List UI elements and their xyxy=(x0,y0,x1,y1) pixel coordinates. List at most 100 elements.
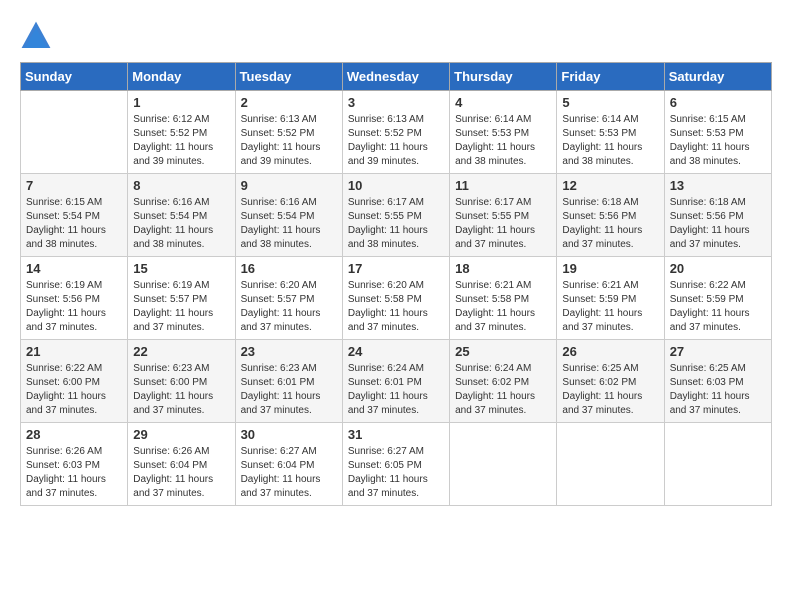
day-cell: 1 Sunrise: 6:12 AM Sunset: 5:52 PM Daylig… xyxy=(128,91,235,174)
day-info: Sunrise: 6:24 AM Sunset: 6:01 PM Dayligh… xyxy=(348,362,444,418)
day-info: Sunrise: 6:15 AM Sunset: 5:53 PM Dayligh… xyxy=(670,113,766,169)
day-number: 28 xyxy=(26,427,122,442)
day-cell xyxy=(557,423,664,506)
day-cell: 28 Sunrise: 6:26 AM Sunset: 6:03 PM Dayli… xyxy=(21,423,128,506)
day-number: 13 xyxy=(670,178,766,193)
day-cell: 23 Sunrise: 6:23 AM Sunset: 6:01 PM Dayli… xyxy=(235,340,342,423)
calendar-table: SundayMondayTuesdayWednesdayThursdayFrid… xyxy=(20,62,772,506)
week-row-2: 7 Sunrise: 6:15 AM Sunset: 5:54 PM Daylig… xyxy=(21,174,772,257)
day-cell: 17 Sunrise: 6:20 AM Sunset: 5:58 PM Dayli… xyxy=(342,257,449,340)
col-header-saturday: Saturday xyxy=(664,63,771,91)
day-number: 27 xyxy=(670,344,766,359)
col-header-thursday: Thursday xyxy=(450,63,557,91)
day-cell: 29 Sunrise: 6:26 AM Sunset: 6:04 PM Dayli… xyxy=(128,423,235,506)
day-number: 23 xyxy=(241,344,337,359)
day-number: 15 xyxy=(133,261,229,276)
col-header-tuesday: Tuesday xyxy=(235,63,342,91)
day-number: 5 xyxy=(562,95,658,110)
week-row-5: 28 Sunrise: 6:26 AM Sunset: 6:03 PM Dayli… xyxy=(21,423,772,506)
day-info: Sunrise: 6:22 AM Sunset: 5:59 PM Dayligh… xyxy=(670,279,766,335)
day-number: 31 xyxy=(348,427,444,442)
day-info: Sunrise: 6:14 AM Sunset: 5:53 PM Dayligh… xyxy=(455,113,551,169)
calendar-header-row: SundayMondayTuesdayWednesdayThursdayFrid… xyxy=(21,63,772,91)
day-number: 22 xyxy=(133,344,229,359)
day-info: Sunrise: 6:19 AM Sunset: 5:56 PM Dayligh… xyxy=(26,279,122,335)
day-cell xyxy=(450,423,557,506)
day-cell: 14 Sunrise: 6:19 AM Sunset: 5:56 PM Dayli… xyxy=(21,257,128,340)
day-info: Sunrise: 6:23 AM Sunset: 6:00 PM Dayligh… xyxy=(133,362,229,418)
day-cell: 31Sunrise: 6:27 AM Sunset: 6:05 PM Dayli… xyxy=(342,423,449,506)
day-cell: 12 Sunrise: 6:18 AM Sunset: 5:56 PM Dayli… xyxy=(557,174,664,257)
day-info: Sunrise: 6:27 AM Sunset: 6:04 PM Dayligh… xyxy=(241,445,337,501)
col-header-monday: Monday xyxy=(128,63,235,91)
day-cell xyxy=(664,423,771,506)
day-number: 17 xyxy=(348,261,444,276)
day-cell: 26 Sunrise: 6:25 AM Sunset: 6:02 PM Dayli… xyxy=(557,340,664,423)
day-cell: 25Sunrise: 6:24 AM Sunset: 6:02 PM Dayli… xyxy=(450,340,557,423)
day-info: Sunrise: 6:21 AM Sunset: 5:58 PM Dayligh… xyxy=(455,279,551,335)
day-number: 16 xyxy=(241,261,337,276)
day-number: 19 xyxy=(562,261,658,276)
day-cell: 2 Sunrise: 6:13 AM Sunset: 5:52 PM Daylig… xyxy=(235,91,342,174)
day-info: Sunrise: 6:24 AM Sunset: 6:02 PM Dayligh… xyxy=(455,362,551,418)
day-number: 24 xyxy=(348,344,444,359)
page-header xyxy=(20,20,772,52)
day-number: 1 xyxy=(133,95,229,110)
day-cell: 4 Sunrise: 6:14 AM Sunset: 5:53 PM Daylig… xyxy=(450,91,557,174)
day-cell: 21 Sunrise: 6:22 AM Sunset: 6:00 PM Dayli… xyxy=(21,340,128,423)
day-number: 21 xyxy=(26,344,122,359)
day-number: 7 xyxy=(26,178,122,193)
day-number: 12 xyxy=(562,178,658,193)
day-cell: 10Sunrise: 6:17 AM Sunset: 5:55 PM Dayli… xyxy=(342,174,449,257)
day-info: Sunrise: 6:26 AM Sunset: 6:04 PM Dayligh… xyxy=(133,445,229,501)
day-info: Sunrise: 6:15 AM Sunset: 5:54 PM Dayligh… xyxy=(26,196,122,252)
week-row-3: 14 Sunrise: 6:19 AM Sunset: 5:56 PM Dayli… xyxy=(21,257,772,340)
day-cell: 5 Sunrise: 6:14 AM Sunset: 5:53 PM Daylig… xyxy=(557,91,664,174)
day-number: 9 xyxy=(241,178,337,193)
day-number: 10 xyxy=(348,178,444,193)
day-info: Sunrise: 6:17 AM Sunset: 5:55 PM Dayligh… xyxy=(455,196,551,252)
day-number: 20 xyxy=(670,261,766,276)
day-cell: 3Sunrise: 6:13 AM Sunset: 5:52 PM Daylig… xyxy=(342,91,449,174)
day-info: Sunrise: 6:22 AM Sunset: 6:00 PM Dayligh… xyxy=(26,362,122,418)
day-cell: 11 Sunrise: 6:17 AM Sunset: 5:55 PM Dayli… xyxy=(450,174,557,257)
day-info: Sunrise: 6:20 AM Sunset: 5:58 PM Dayligh… xyxy=(348,279,444,335)
day-cell xyxy=(21,91,128,174)
day-info: Sunrise: 6:23 AM Sunset: 6:01 PM Dayligh… xyxy=(241,362,337,418)
day-cell: 8Sunrise: 6:16 AM Sunset: 5:54 PM Daylig… xyxy=(128,174,235,257)
day-info: Sunrise: 6:26 AM Sunset: 6:03 PM Dayligh… xyxy=(26,445,122,501)
day-cell: 30Sunrise: 6:27 AM Sunset: 6:04 PM Dayli… xyxy=(235,423,342,506)
day-info: Sunrise: 6:14 AM Sunset: 5:53 PM Dayligh… xyxy=(562,113,658,169)
day-cell: 19 Sunrise: 6:21 AM Sunset: 5:59 PM Dayli… xyxy=(557,257,664,340)
day-cell: 7 Sunrise: 6:15 AM Sunset: 5:54 PM Daylig… xyxy=(21,174,128,257)
day-info: Sunrise: 6:25 AM Sunset: 6:02 PM Dayligh… xyxy=(562,362,658,418)
day-number: 11 xyxy=(455,178,551,193)
day-info: Sunrise: 6:18 AM Sunset: 5:56 PM Dayligh… xyxy=(562,196,658,252)
day-cell: 22 Sunrise: 6:23 AM Sunset: 6:00 PM Dayli… xyxy=(128,340,235,423)
week-row-4: 21 Sunrise: 6:22 AM Sunset: 6:00 PM Dayli… xyxy=(21,340,772,423)
day-info: Sunrise: 6:20 AM Sunset: 5:57 PM Dayligh… xyxy=(241,279,337,335)
col-header-wednesday: Wednesday xyxy=(342,63,449,91)
day-info: Sunrise: 6:21 AM Sunset: 5:59 PM Dayligh… xyxy=(562,279,658,335)
day-number: 29 xyxy=(133,427,229,442)
day-number: 6 xyxy=(670,95,766,110)
day-info: Sunrise: 6:13 AM Sunset: 5:52 PM Dayligh… xyxy=(241,113,337,169)
day-cell: 15 Sunrise: 6:19 AM Sunset: 5:57 PM Dayli… xyxy=(128,257,235,340)
day-cell: 18 Sunrise: 6:21 AM Sunset: 5:58 PM Dayli… xyxy=(450,257,557,340)
day-number: 3 xyxy=(348,95,444,110)
day-number: 18 xyxy=(455,261,551,276)
day-number: 4 xyxy=(455,95,551,110)
day-cell: 27 Sunrise: 6:25 AM Sunset: 6:03 PM Dayli… xyxy=(664,340,771,423)
day-info: Sunrise: 6:25 AM Sunset: 6:03 PM Dayligh… xyxy=(670,362,766,418)
day-number: 26 xyxy=(562,344,658,359)
day-cell: 24 Sunrise: 6:24 AM Sunset: 6:01 PM Dayli… xyxy=(342,340,449,423)
day-cell: 20 Sunrise: 6:22 AM Sunset: 5:59 PM Dayli… xyxy=(664,257,771,340)
logo-icon xyxy=(20,20,52,52)
day-info: Sunrise: 6:12 AM Sunset: 5:52 PM Dayligh… xyxy=(133,113,229,169)
day-number: 8 xyxy=(133,178,229,193)
day-info: Sunrise: 6:18 AM Sunset: 5:56 PM Dayligh… xyxy=(670,196,766,252)
day-info: Sunrise: 6:19 AM Sunset: 5:57 PM Dayligh… xyxy=(133,279,229,335)
day-cell: 16 Sunrise: 6:20 AM Sunset: 5:57 PM Dayli… xyxy=(235,257,342,340)
day-number: 2 xyxy=(241,95,337,110)
day-number: 14 xyxy=(26,261,122,276)
